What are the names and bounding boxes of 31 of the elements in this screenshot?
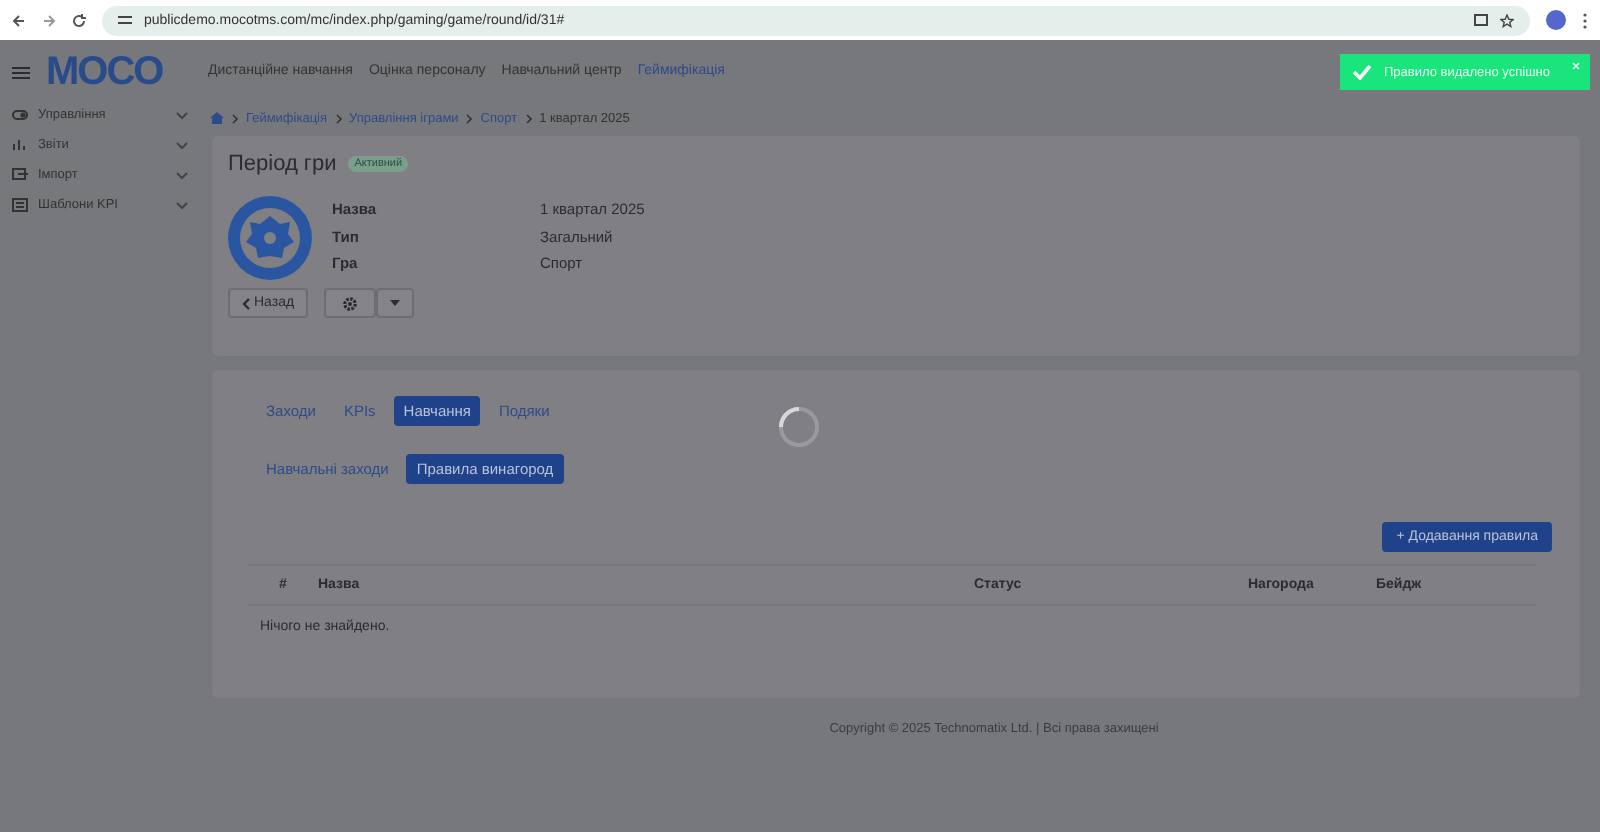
bar-chart-icon xyxy=(12,138,28,152)
chevron-down-icon xyxy=(176,111,188,119)
back-icon[interactable] xyxy=(12,13,26,27)
reload-icon[interactable] xyxy=(72,13,86,27)
page-title: Період гри xyxy=(228,152,337,176)
list-icon xyxy=(12,198,28,212)
loading-spinner-icon xyxy=(778,406,820,448)
chevron-left-icon xyxy=(242,297,250,309)
chevron-right-icon xyxy=(232,113,238,123)
import-icon xyxy=(12,168,28,182)
chevron-right-icon xyxy=(525,113,532,123)
forward-icon[interactable] xyxy=(42,13,56,27)
logo[interactable]: MOCO xyxy=(46,49,163,95)
install-icon[interactable] xyxy=(1474,13,1488,27)
ball-icon xyxy=(228,196,312,280)
gear-icon xyxy=(342,295,359,311)
menu-icon[interactable] xyxy=(12,65,30,79)
chevron-right-icon xyxy=(335,113,342,123)
profile-avatar[interactable] xyxy=(1546,10,1566,30)
check-icon xyxy=(1352,64,1372,80)
settings-button[interactable] xyxy=(324,288,377,318)
dropdown-button[interactable] xyxy=(376,288,415,318)
chevron-down-icon xyxy=(176,141,188,149)
site-settings-icon[interactable] xyxy=(118,14,132,26)
more-icon[interactable] xyxy=(1582,11,1588,29)
chevron-down-icon xyxy=(176,171,188,179)
chevron-right-icon xyxy=(466,113,473,123)
caret-icon xyxy=(390,300,401,306)
chevron-down-icon xyxy=(176,201,188,209)
star-icon[interactable] xyxy=(1500,13,1514,27)
toggle-icon xyxy=(12,108,28,122)
